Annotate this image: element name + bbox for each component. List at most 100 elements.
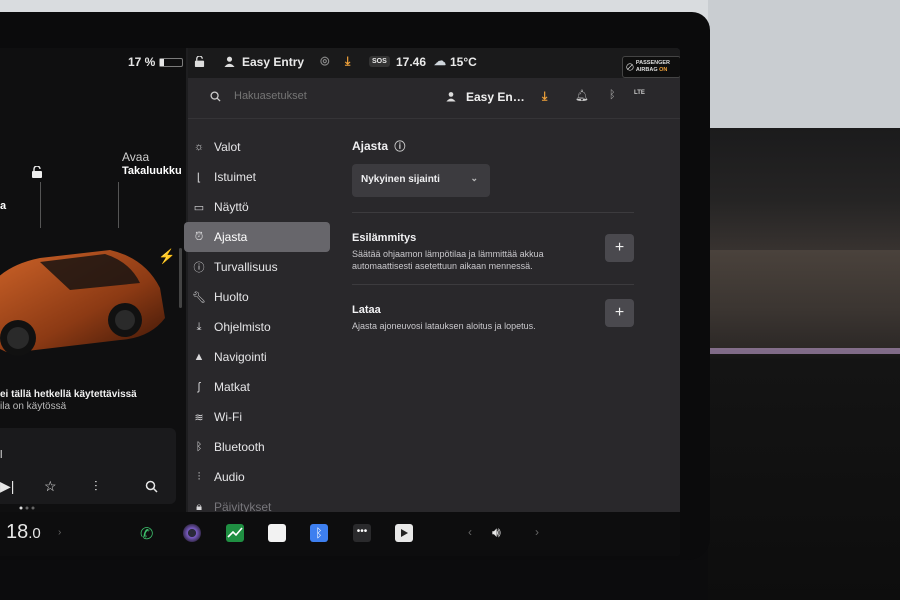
- trips-icon: ʃ: [197, 381, 201, 393]
- trunk-pointer-line: [118, 182, 119, 228]
- menu-item-turvallisuus[interactable]: ⓘ Turvallisuus: [184, 252, 330, 282]
- chevron-down-icon: ⌄: [470, 173, 478, 183]
- menu-label: Näyttö: [214, 200, 249, 214]
- camera-icon[interactable]: [183, 524, 201, 542]
- favorite-star-icon[interactable]: ☆: [44, 478, 57, 495]
- profile-icon-small[interactable]: [446, 91, 456, 102]
- equalizer-icon[interactable]: ⫶: [94, 478, 98, 495]
- clock: 17.46: [396, 55, 427, 69]
- next-track-icon[interactable]: ▶|: [0, 478, 14, 495]
- menu-item-wifi[interactable]: ≋ Wi-Fi: [184, 402, 330, 432]
- bluetooth-app-icon[interactable]: ᛒ: [310, 524, 328, 542]
- volume-down-chevron-icon[interactable]: ‹: [468, 525, 472, 539]
- volume-icon[interactable]: 🔊︎: [492, 524, 501, 541]
- menu-label: Istuimet: [214, 170, 257, 184]
- menu-item-istuimet[interactable]: ⌊ Istuimet: [184, 162, 330, 192]
- airbag-off-icon: [626, 63, 634, 71]
- settings-search-input[interactable]: [234, 90, 394, 102]
- weather-icon: ☁: [434, 54, 446, 68]
- software-download-icon[interactable]: ⤓: [542, 89, 547, 104]
- menu-label: Navigointi: [214, 350, 267, 364]
- airbag-state: ON: [659, 67, 668, 73]
- charge-port-icon[interactable]: ⚡: [158, 248, 175, 265]
- frunk-label[interactable]: a: [0, 200, 6, 212]
- lock-status-icon[interactable]: [194, 56, 205, 67]
- media-track-label: l: [0, 449, 3, 461]
- bluetooth-status-icon[interactable]: ᛒ: [609, 89, 616, 101]
- battery-indicator: 17 %: [128, 55, 184, 69]
- phone-icon[interactable]: ✆: [140, 524, 158, 543]
- info-icon[interactable]: ⓘ: [394, 141, 405, 153]
- profile-button[interactable]: Easy En…: [466, 90, 525, 104]
- battery-percent: 17 %: [128, 55, 156, 69]
- settings-menu: ☼ Valot ⌊ Istuimet ▭ Näyttö ⏰︎ Ajasta ⓘ Turva…: [184, 132, 330, 522]
- seat-icon: ⌊: [196, 171, 202, 184]
- location-value: Nykyinen sijainti: [361, 174, 440, 185]
- menu-label: Valot: [214, 140, 241, 154]
- info-circle-icon: ⓘ: [193, 262, 205, 274]
- car-panel-scrollbar[interactable]: [179, 248, 182, 308]
- display-bezel: 17 % a Avaa Takaluukku ⚡ ei tällä hetkel…: [0, 12, 710, 560]
- add-charge-schedule-button[interactable]: +: [605, 299, 634, 327]
- wifi-icon: ≋: [194, 411, 204, 424]
- profile-name[interactable]: Easy Entry: [242, 55, 304, 69]
- navigation-icon: ▲: [193, 351, 205, 363]
- dashboard-wood-trim: [708, 250, 900, 350]
- sun-icon: ☼: [193, 141, 205, 153]
- page-dots: [19, 506, 35, 510]
- menu-item-bluetooth[interactable]: ᛒ Bluetooth: [184, 432, 330, 462]
- menu-item-audio[interactable]: ⫶ Audio: [184, 462, 330, 492]
- touchscreen: 17 % a Avaa Takaluukku ⚡ ei tällä hetkel…: [0, 48, 680, 556]
- media-search-icon[interactable]: [145, 480, 158, 493]
- stocks-icon[interactable]: [226, 524, 244, 542]
- volume-up-chevron-icon[interactable]: ›: [535, 525, 539, 539]
- menu-label: Turvallisuus: [214, 260, 278, 274]
- battery-icon: [159, 57, 184, 67]
- cabin-temperature[interactable]: 18.0: [6, 521, 41, 544]
- unlock-icon[interactable]: [31, 166, 43, 178]
- bluetooth-icon: ᛒ: [195, 441, 203, 453]
- temp-decimal: .0: [28, 525, 41, 542]
- bottom-dock: 18.0 › ✆ ᛒ ••• ‹ 🔊︎ ›: [0, 512, 680, 556]
- menu-item-ajasta[interactable]: ⏰︎ Ajasta: [184, 222, 330, 252]
- car-image[interactable]: [0, 228, 170, 378]
- more-icon[interactable]: •••: [353, 524, 371, 542]
- profile-icon[interactable]: [224, 56, 235, 67]
- bell-icon[interactable]: 🔔︎: [575, 89, 589, 102]
- menu-item-valot[interactable]: ☼ Valot: [184, 132, 330, 162]
- trunk-action-label[interactable]: Avaa: [122, 150, 149, 164]
- wrench-icon: 🔧︎: [192, 291, 206, 304]
- charge-description: Ajasta ajoneuvosi latauksen aloitus ja l…: [352, 321, 536, 331]
- menu-item-matkat[interactable]: ʃ Matkat: [184, 372, 330, 402]
- section-title-text: Ajasta: [352, 139, 389, 153]
- status-bar: Easy Entry ◎ ⤓ SOS 17.46 ☁ 15°C PASSENGE…: [188, 48, 680, 78]
- trunk-name-label[interactable]: Takaluukku: [122, 165, 182, 177]
- menu-item-naytto[interactable]: ▭ Näyttö: [184, 192, 330, 222]
- menu-label: Wi-Fi: [214, 410, 242, 424]
- temp-chevron-right-icon[interactable]: ›: [58, 527, 61, 538]
- display-icon: ▭: [193, 201, 205, 214]
- passenger-airbag-indicator: PASSENGER AIRBAG ON: [622, 56, 680, 78]
- ambient-light-strip: [708, 348, 900, 354]
- divider: [352, 212, 634, 213]
- menu-label: Ajasta: [214, 230, 248, 244]
- menu-item-huolto[interactable]: 🔧︎ Huolto: [184, 282, 330, 312]
- menu-item-navigointi[interactable]: ▲ Navigointi: [184, 342, 330, 372]
- notes-icon[interactable]: [268, 524, 286, 542]
- sos-badge[interactable]: SOS: [369, 56, 390, 67]
- lte-signal-icon: LTE: [634, 90, 645, 96]
- warning-subtitle: ila on käytössä: [0, 401, 67, 412]
- sentry-icon[interactable]: ◎: [320, 54, 330, 67]
- add-preheat-button[interactable]: +: [605, 234, 634, 262]
- search-icon[interactable]: [210, 91, 221, 102]
- menu-item-ohjelmisto[interactable]: ⤓ Ohjelmisto: [184, 312, 330, 342]
- charge-title: Lataa: [352, 304, 381, 316]
- frunk-pointer-line: [40, 182, 41, 228]
- preheat-description: Säätää ohjaamon lämpötilaa ja lämmittää …: [352, 249, 544, 271]
- media-player[interactable]: l ▶| ☆ ⫶: [0, 428, 176, 504]
- preheat-title: Esilämmitys: [352, 232, 417, 244]
- video-icon[interactable]: [395, 524, 413, 542]
- download-icon: ⤓: [196, 320, 202, 333]
- location-dropdown[interactable]: Nykyinen sijainti ⌄: [352, 164, 490, 197]
- download-status-icon[interactable]: ⤓: [345, 54, 350, 69]
